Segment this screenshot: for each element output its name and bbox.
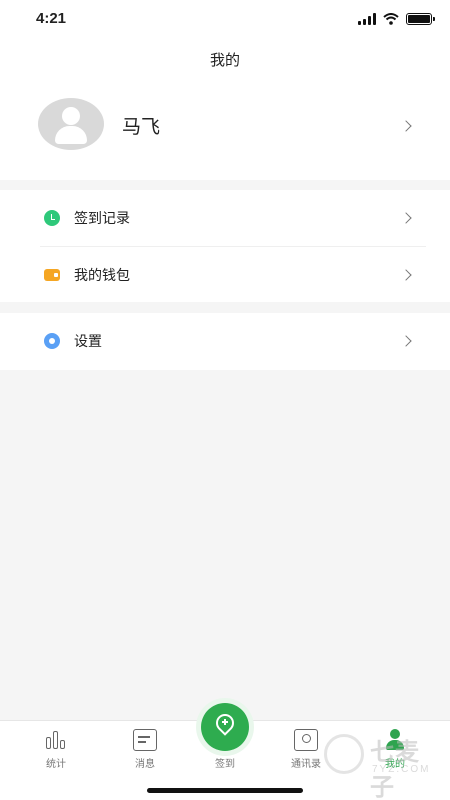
chevron-right-icon [400,120,412,132]
status-time: 4:21 [36,10,67,27]
tab-stats[interactable]: 统计 [26,729,86,770]
menu-item-label: 我的钱包 [74,268,130,284]
wifi-icon [383,13,399,25]
menu-item-label: 签到记录 [74,211,130,227]
tab-messages[interactable]: 消息 [115,729,175,770]
menu-item-label: 设置 [74,334,102,350]
tab-label: 消息 [135,759,155,770]
signal-icon [358,13,376,25]
watermark-sub: 7YZ.COM [372,764,431,775]
chevron-right-icon [400,212,412,224]
profile-card[interactable]: 马飞 [0,80,450,180]
clock-check-icon [44,210,60,226]
checkin-button[interactable] [196,698,254,756]
home-indicator [147,788,303,793]
menu-item-settings[interactable]: 设置 [0,313,450,369]
gear-icon [44,333,60,349]
menu-group-1: 签到记录 我的钱包 [0,190,450,302]
tab-label: 统计 [46,759,66,770]
profile-name: 马飞 [122,116,161,138]
watermark-logo: 七麦子 7YZ.COM [322,730,440,800]
battery-icon [406,13,435,25]
menu-item-wallet[interactable]: 我的钱包 [40,246,426,302]
menu-item-checkin-records[interactable]: 签到记录 [0,190,450,246]
menu-group-2: 设置 [0,313,450,370]
status-bar: 4:21 [0,0,450,40]
wallet-icon [44,269,60,281]
bar-chart-icon [44,729,68,751]
page-title: 我的 [209,51,240,69]
nav-bar: 我的 [0,40,450,80]
status-icons [358,13,435,25]
chevron-right-icon [400,335,412,347]
avatar[interactable] [38,98,104,150]
contacts-icon [294,729,318,751]
plus-icon [222,719,228,725]
chevron-right-icon [400,269,412,281]
message-icon [133,729,157,751]
tab-label: 签到 [215,759,235,770]
